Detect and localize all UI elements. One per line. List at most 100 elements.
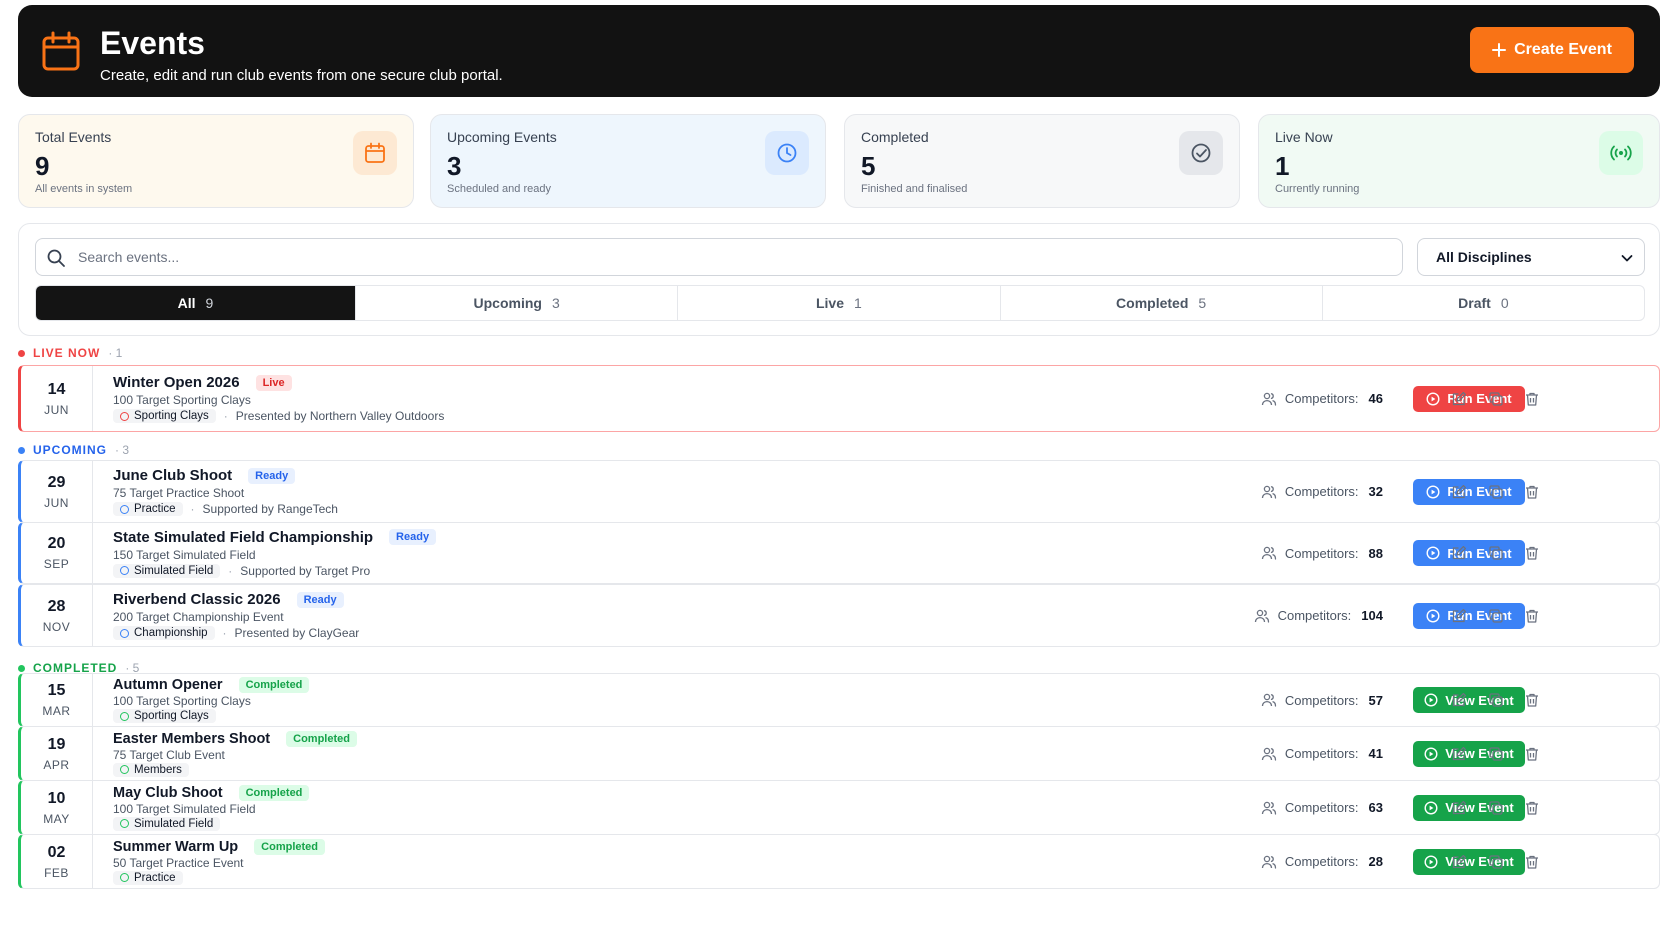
duplicate-icon[interactable] bbox=[1488, 800, 1504, 816]
event-name[interactable]: Easter Members Shoot bbox=[113, 731, 270, 747]
event-row[interactable]: 14 JUN Winter Open 2026 Live 100 Target … bbox=[18, 365, 1660, 432]
view-event-button[interactable]: View Event bbox=[1413, 848, 1525, 875]
status-badge: Completed bbox=[238, 784, 310, 801]
event-date: 14 JUN bbox=[21, 366, 93, 431]
competitors-count: 46 bbox=[1368, 391, 1383, 406]
event-name[interactable]: June Club Shoot bbox=[113, 467, 232, 484]
event-name[interactable]: State Simulated Field Championship bbox=[113, 529, 373, 546]
discipline-label: Members bbox=[134, 763, 182, 776]
section-live-now: LIVE NOW · 1 bbox=[18, 346, 122, 360]
trash-icon[interactable] bbox=[1524, 746, 1540, 762]
trash-icon[interactable] bbox=[1524, 692, 1540, 708]
discipline-chip: Simulated Field bbox=[113, 563, 221, 578]
event-row[interactable]: 15 MAR Autumn Opener Completed 100 Targe… bbox=[18, 673, 1660, 727]
discipline-label: Practice bbox=[134, 503, 176, 515]
section-label: LIVE NOW bbox=[33, 346, 101, 360]
search-box[interactable] bbox=[35, 238, 1403, 276]
tab-live[interactable]: Live 1 bbox=[678, 286, 1001, 320]
trash-icon[interactable] bbox=[1524, 608, 1540, 624]
edit-icon[interactable] bbox=[1451, 545, 1467, 561]
duplicate-icon[interactable] bbox=[1488, 391, 1504, 407]
status-badge: Completed bbox=[254, 838, 325, 855]
event-sponsor: Supported by RangeTech bbox=[202, 502, 338, 516]
plus-icon bbox=[1492, 43, 1507, 57]
duplicate-icon[interactable] bbox=[1488, 854, 1504, 870]
target-icon bbox=[120, 411, 129, 421]
duplicate-icon[interactable] bbox=[1488, 608, 1504, 624]
discipline-select[interactable]: All Disciplines bbox=[1417, 238, 1645, 276]
edit-icon[interactable] bbox=[1451, 692, 1467, 708]
search-input[interactable] bbox=[78, 239, 1378, 275]
competitors-label: Competitors: bbox=[1284, 545, 1359, 561]
status-badge: Completed bbox=[238, 677, 310, 693]
edit-icon[interactable] bbox=[1451, 800, 1467, 816]
duplicate-icon[interactable] bbox=[1488, 692, 1504, 708]
trash-icon[interactable] bbox=[1524, 484, 1540, 500]
users-icon bbox=[1261, 855, 1276, 869]
run-event-button[interactable]: Run Event bbox=[1413, 478, 1525, 505]
tab-completed[interactable]: Completed 5 bbox=[1001, 286, 1323, 320]
event-month: JUN bbox=[44, 495, 69, 510]
discipline-label: Simulated Field bbox=[134, 817, 214, 830]
view-event-button[interactable]: View Event bbox=[1413, 740, 1525, 767]
trash-icon[interactable] bbox=[1524, 391, 1540, 407]
tab-label: All bbox=[177, 295, 196, 311]
run-event-button[interactable]: Run Event bbox=[1413, 602, 1525, 629]
event-date: 10 MAY bbox=[21, 781, 93, 834]
event-name[interactable]: May Club Shoot bbox=[113, 785, 223, 801]
event-name[interactable]: Winter Open 2026 bbox=[113, 374, 240, 391]
run-event-button[interactable]: Run Event bbox=[1413, 385, 1525, 412]
competitors: Competitors: 41 bbox=[1261, 727, 1383, 780]
event-meta: Simulated Field · Supported by Target Pr… bbox=[113, 563, 436, 578]
tab-upcoming[interactable]: Upcoming 3 bbox=[356, 286, 679, 320]
event-row[interactable]: 29 JUN June Club Shoot Ready 75 Target P… bbox=[18, 460, 1660, 523]
tab-all[interactable]: All 9 bbox=[36, 286, 356, 320]
competitors: Competitors: 28 bbox=[1261, 835, 1383, 888]
edit-icon[interactable] bbox=[1451, 746, 1467, 762]
event-subtitle: 75 Target Club Event bbox=[113, 747, 225, 762]
view-event-button[interactable]: View Event bbox=[1413, 687, 1525, 713]
event-row[interactable]: 28 NOV Riverbend Classic 2026 Ready 200 … bbox=[18, 584, 1660, 647]
event-info: Easter Members Shoot Completed 75 Target… bbox=[113, 727, 357, 780]
event-month: MAR bbox=[42, 704, 71, 718]
event-meta: Simulated Field bbox=[113, 816, 309, 831]
duplicate-icon[interactable] bbox=[1488, 484, 1504, 500]
duplicate-icon[interactable] bbox=[1488, 746, 1504, 762]
create-event-button[interactable]: Create Event bbox=[1470, 27, 1634, 73]
edit-icon[interactable] bbox=[1451, 854, 1467, 870]
event-row[interactable]: 19 APR Easter Members Shoot Completed 75… bbox=[18, 726, 1660, 781]
tab-draft[interactable]: Draft 0 bbox=[1323, 286, 1644, 320]
event-date: 29 JUN bbox=[21, 461, 93, 522]
event-name[interactable]: Summer Warm Up bbox=[113, 839, 238, 855]
trash-icon[interactable] bbox=[1524, 545, 1540, 561]
status-dot bbox=[18, 446, 25, 454]
competitors-label: Competitors: bbox=[1284, 484, 1359, 499]
create-event-label: Create Event bbox=[1514, 41, 1612, 58]
event-name[interactable]: Riverbend Classic 2026 bbox=[113, 591, 281, 608]
trash-icon[interactable] bbox=[1524, 800, 1540, 816]
separator: · bbox=[228, 563, 233, 578]
event-row[interactable]: 10 MAY May Club Shoot Completed 100 Targ… bbox=[18, 780, 1660, 835]
event-subtitle: 50 Target Practice Event bbox=[113, 855, 244, 870]
event-title-line: Autumn Opener Completed bbox=[113, 677, 310, 693]
target-icon bbox=[120, 765, 129, 774]
users-icon bbox=[1254, 609, 1269, 623]
event-month: NOV bbox=[42, 619, 71, 634]
event-month: FEB bbox=[44, 865, 69, 880]
edit-icon[interactable] bbox=[1451, 391, 1467, 407]
event-name[interactable]: Autumn Opener bbox=[113, 677, 223, 693]
event-row[interactable]: 02 FEB Summer Warm Up Completed 50 Targe… bbox=[18, 834, 1660, 889]
separator: · bbox=[223, 409, 228, 423]
play-circle-icon bbox=[1426, 608, 1440, 623]
event-row[interactable]: 20 SEP State Simulated Field Championshi… bbox=[18, 522, 1660, 584]
duplicate-icon[interactable] bbox=[1488, 545, 1504, 561]
edit-icon[interactable] bbox=[1451, 608, 1467, 624]
target-icon bbox=[120, 711, 129, 721]
view-event-button[interactable]: View Event bbox=[1413, 794, 1525, 821]
chevron-down-icon bbox=[1621, 255, 1633, 262]
edit-icon[interactable] bbox=[1451, 484, 1467, 500]
discipline-chip: Simulated Field bbox=[113, 816, 221, 831]
run-event-button[interactable]: Run Event bbox=[1413, 540, 1525, 566]
status-badge: Ready bbox=[296, 591, 344, 608]
trash-icon[interactable] bbox=[1524, 854, 1540, 870]
